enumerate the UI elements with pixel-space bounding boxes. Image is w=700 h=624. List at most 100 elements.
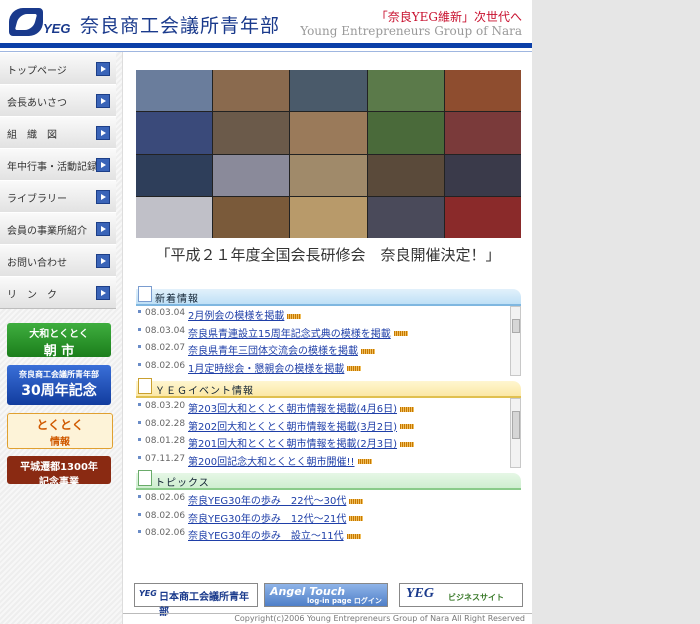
news-link-text: 奈良県青連設立15周年記念式典の模様を掲載 xyxy=(188,328,391,340)
arrow-right-icon xyxy=(96,190,110,204)
jcci-yeg-banner[interactable]: YEG 日本商工会議所青年部 xyxy=(134,583,258,618)
news-date: 08.03.04 xyxy=(145,325,186,336)
events-list: 08.03.20 第203回大和とくとく朝市情報を掲載(4月6日) 08.02.2… xyxy=(136,398,521,468)
list-item: 08.02.07 奈良県青年三団体交流会の模様を掲載 xyxy=(136,340,521,358)
news-link-text: 1月定時総会・懇親会の模様を掲載 xyxy=(188,363,345,375)
sidebar-item-greeting[interactable]: 会長あいさつ xyxy=(0,84,116,117)
topics-icon xyxy=(138,470,152,486)
sidebar-item-events[interactable]: 年中行事・活動記録 xyxy=(0,148,116,181)
headline: 「平成２１年度全国会長研修会 奈良開催決定！」 xyxy=(155,246,501,264)
sidebar-item-label: 組 織 図 xyxy=(7,130,57,141)
asaichi-banner[interactable]: 大和とくとく 朝 市 xyxy=(7,323,111,357)
news-section-header: 新着情報 xyxy=(136,286,521,306)
bullet-icon xyxy=(138,310,141,313)
bullet-icon xyxy=(138,512,141,516)
yeg-business-site-banner[interactable]: YEG ビジネスサイト xyxy=(399,583,523,607)
sidebar-item-library[interactable]: ライブラリー xyxy=(0,180,116,213)
sidebar-item-members[interactable]: 会員の事業所紹介 xyxy=(0,212,116,245)
events-section-header: ＹＥＧイベント情報 xyxy=(136,378,521,398)
list-item: 08.02.06 1月定時総会・懇親会の模様を掲載 xyxy=(136,358,521,376)
anniversary-banner-line2: 30周年記念 xyxy=(21,383,97,399)
new-badge-icon xyxy=(349,498,364,504)
news-date: 08.02.07 xyxy=(145,343,186,353)
new-badge-icon xyxy=(400,406,415,412)
news-link[interactable]: 奈良県青連設立15周年記念式典の模様を掲載 xyxy=(188,325,408,340)
scrollbar-thumb[interactable] xyxy=(512,319,520,333)
event-link-text: 第200回記念大和とくとく朝市開催!! xyxy=(188,456,355,468)
topic-link[interactable]: 奈良YEG30年の歩み 12代〜21代 xyxy=(188,510,364,525)
tokutoku-info-banner[interactable]: とくとく 情報 xyxy=(7,413,113,449)
scrollbar-thumb[interactable] xyxy=(512,411,520,439)
topic-link-text: 奈良YEG30年の歩み 12代〜21代 xyxy=(188,513,347,525)
tagline: 「奈良YEG維新」次世代へ xyxy=(375,10,522,24)
arrow-right-icon xyxy=(96,62,110,76)
event-link[interactable]: 第202回大和とくとく朝市情報を掲載(3月2日) xyxy=(188,418,415,433)
news-date: 08.02.06 xyxy=(145,360,186,371)
tokutoku-banner-line1: とくとく xyxy=(36,418,84,432)
sidebar-item-label: お問い合わせ xyxy=(7,258,67,269)
topic-link-text: 奈良YEG30年の歩み 22代〜30代 xyxy=(188,496,347,507)
list-item: 08.02.06 奈良YEG30年の歩み 設立〜11代 xyxy=(136,525,521,543)
event-date: 08.01.28 xyxy=(145,436,186,446)
events-scrollbar[interactable] xyxy=(510,398,521,468)
events-title: ＹＥＧイベント情報 xyxy=(155,386,254,397)
anniversary-banner[interactable]: 奈良商工会議所青年部 30周年記念 xyxy=(7,365,111,405)
sidebar-item-org-chart[interactable]: 組 織 図 xyxy=(0,116,116,149)
sidebar: トップページ 会長あいさつ 組 織 図 年中行事・活動記録 ライブラリー 会員の… xyxy=(0,52,122,624)
news-scrollbar[interactable] xyxy=(510,306,521,376)
sidebar-item-label: 年中行事・活動記録 xyxy=(7,162,97,173)
list-item: 08.03.04 奈良県青連設立15周年記念式典の模様を掲載 xyxy=(136,323,521,341)
english-subtitle: Young Entrepreneurs Group of Nara xyxy=(300,24,522,38)
topic-date: 08.02.06 xyxy=(145,528,186,538)
new-badge-icon xyxy=(347,366,362,371)
event-link[interactable]: 第203回大和とくとく朝市情報を掲載(4月6日) xyxy=(188,400,415,415)
event-icon xyxy=(138,378,152,394)
topic-date: 08.02.06 xyxy=(145,493,186,503)
yeg-logo[interactable]: YEG xyxy=(9,8,71,38)
sidebar-item-top-page[interactable]: トップページ xyxy=(0,52,116,85)
yeg-logo-mark-icon xyxy=(9,8,43,36)
bullet-icon xyxy=(138,495,141,498)
new-badge-icon xyxy=(361,348,375,354)
topics-title: トピックス xyxy=(155,478,210,489)
logo-text: YEG xyxy=(43,21,71,36)
bullet-icon xyxy=(138,455,141,459)
arrow-right-icon xyxy=(96,254,110,268)
list-item: 08.03.04 2月例会の模様を掲載 xyxy=(136,305,521,323)
yeg-site-logo: YEG xyxy=(406,586,434,601)
event-link[interactable]: 第201回大和とくとく朝市情報を掲載(2月3日) xyxy=(188,435,415,450)
news-title: 新着情報 xyxy=(155,294,199,305)
event-link-text: 第203回大和とくとく朝市情報を掲載(4月6日) xyxy=(188,404,398,415)
angel-touch-login-banner[interactable]: Angel Touch log-in page ログインページ xyxy=(264,583,388,615)
event-link-text: 第201回大和とくとく朝市情報を掲載(2月3日) xyxy=(188,439,398,450)
topics-section-header: トピックス xyxy=(136,470,521,490)
sidebar-item-links[interactable]: リ ン ク xyxy=(0,276,116,309)
copyright-footer: Copyright(c)2006 Young Entrepreneurs Gro… xyxy=(123,613,532,624)
news-list: 08.03.04 2月例会の模様を掲載 08.03.04 奈良県青連設立15周年記念… xyxy=(136,305,521,375)
news-link[interactable]: 奈良県青年三団体交流会の模様を掲載 xyxy=(188,342,375,357)
list-item: 08.02.28 第202回大和とくとく朝市情報を掲載(3月2日) xyxy=(136,416,521,434)
asaichi-banner-line1: 大和とくとく xyxy=(29,329,89,340)
anniversary-banner-line1: 奈良商工会議所青年部 xyxy=(19,370,99,379)
event-date: 08.03.20 xyxy=(145,401,186,411)
bullet-icon xyxy=(138,403,141,406)
event-link[interactable]: 第200回記念大和とくとく朝市開催!! xyxy=(188,453,372,468)
bullet-icon xyxy=(138,362,141,366)
bullet-icon xyxy=(138,438,141,441)
topic-link-text: 奈良YEG30年の歩み 設立〜11代 xyxy=(188,531,344,542)
topic-link[interactable]: 奈良YEG30年の歩み 22代〜30代 xyxy=(188,492,364,507)
news-link-text: 奈良県青年三団体交流会の模様を掲載 xyxy=(188,346,358,357)
new-badge-icon xyxy=(287,313,302,319)
list-item: 08.03.20 第203回大和とくとく朝市情報を掲載(4月6日) xyxy=(136,398,521,416)
event-date: 08.02.28 xyxy=(145,418,186,429)
sidebar-item-contact[interactable]: お問い合わせ xyxy=(0,244,116,277)
news-link[interactable]: 2月例会の模様を掲載 xyxy=(188,307,302,322)
heijo-1300-banner[interactable]: 平城遷都1300年 記念事業 xyxy=(7,456,111,484)
topic-link[interactable]: 奈良YEG30年の歩み 設立〜11代 xyxy=(188,527,361,542)
news-link[interactable]: 1月定時総会・懇親会の模様を掲載 xyxy=(188,360,362,375)
arrow-right-icon xyxy=(96,158,110,172)
new-badge-icon xyxy=(393,331,408,336)
bullet-icon xyxy=(138,420,141,424)
yeg-site-text: ビジネスサイト xyxy=(448,593,504,602)
tokutoku-banner-line2: 情報 xyxy=(50,437,70,448)
